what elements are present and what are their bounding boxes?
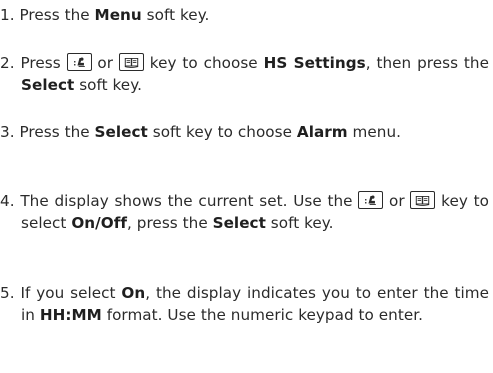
svg-text::: : (73, 59, 76, 68)
hh-format-label: HH (39, 305, 66, 324)
step-number: 5. (0, 284, 15, 302)
phonebook-key-icon: : (358, 191, 384, 209)
step-number: 4. (0, 192, 15, 210)
step-1: 1. Press the Menu soft key. (0, 6, 210, 24)
off-option-label: Off (100, 213, 128, 232)
svg-text::: : (365, 197, 368, 206)
menu-softkey-label: Menu (94, 6, 142, 24)
select-softkey-label: Select (21, 75, 75, 94)
step-number: 2. (0, 54, 15, 72)
hs-settings-label: HS Settings (263, 54, 366, 72)
step-number: 3. (0, 123, 15, 141)
step-5: 5. If you select On, the display indicat… (0, 284, 489, 324)
select-softkey-label: Select (212, 213, 266, 232)
step-2: 2. Press : or key to choose HS Settings,… (0, 53, 489, 94)
phonebook-key-icon: : (66, 53, 92, 71)
book-key-icon (118, 53, 144, 71)
step-number: 1. (0, 6, 15, 24)
select-softkey-label: Select (94, 123, 148, 141)
alarm-menu-label: Alarm (296, 123, 348, 141)
step-3: 3. Press the Select soft key to choose A… (0, 123, 402, 141)
step-4: 4. The display shows the current set. Us… (0, 191, 489, 232)
on-option-label: On (121, 284, 146, 302)
book-key-icon (410, 191, 436, 209)
on-option-label: On (71, 213, 96, 232)
mm-format-label: MM (71, 305, 102, 324)
